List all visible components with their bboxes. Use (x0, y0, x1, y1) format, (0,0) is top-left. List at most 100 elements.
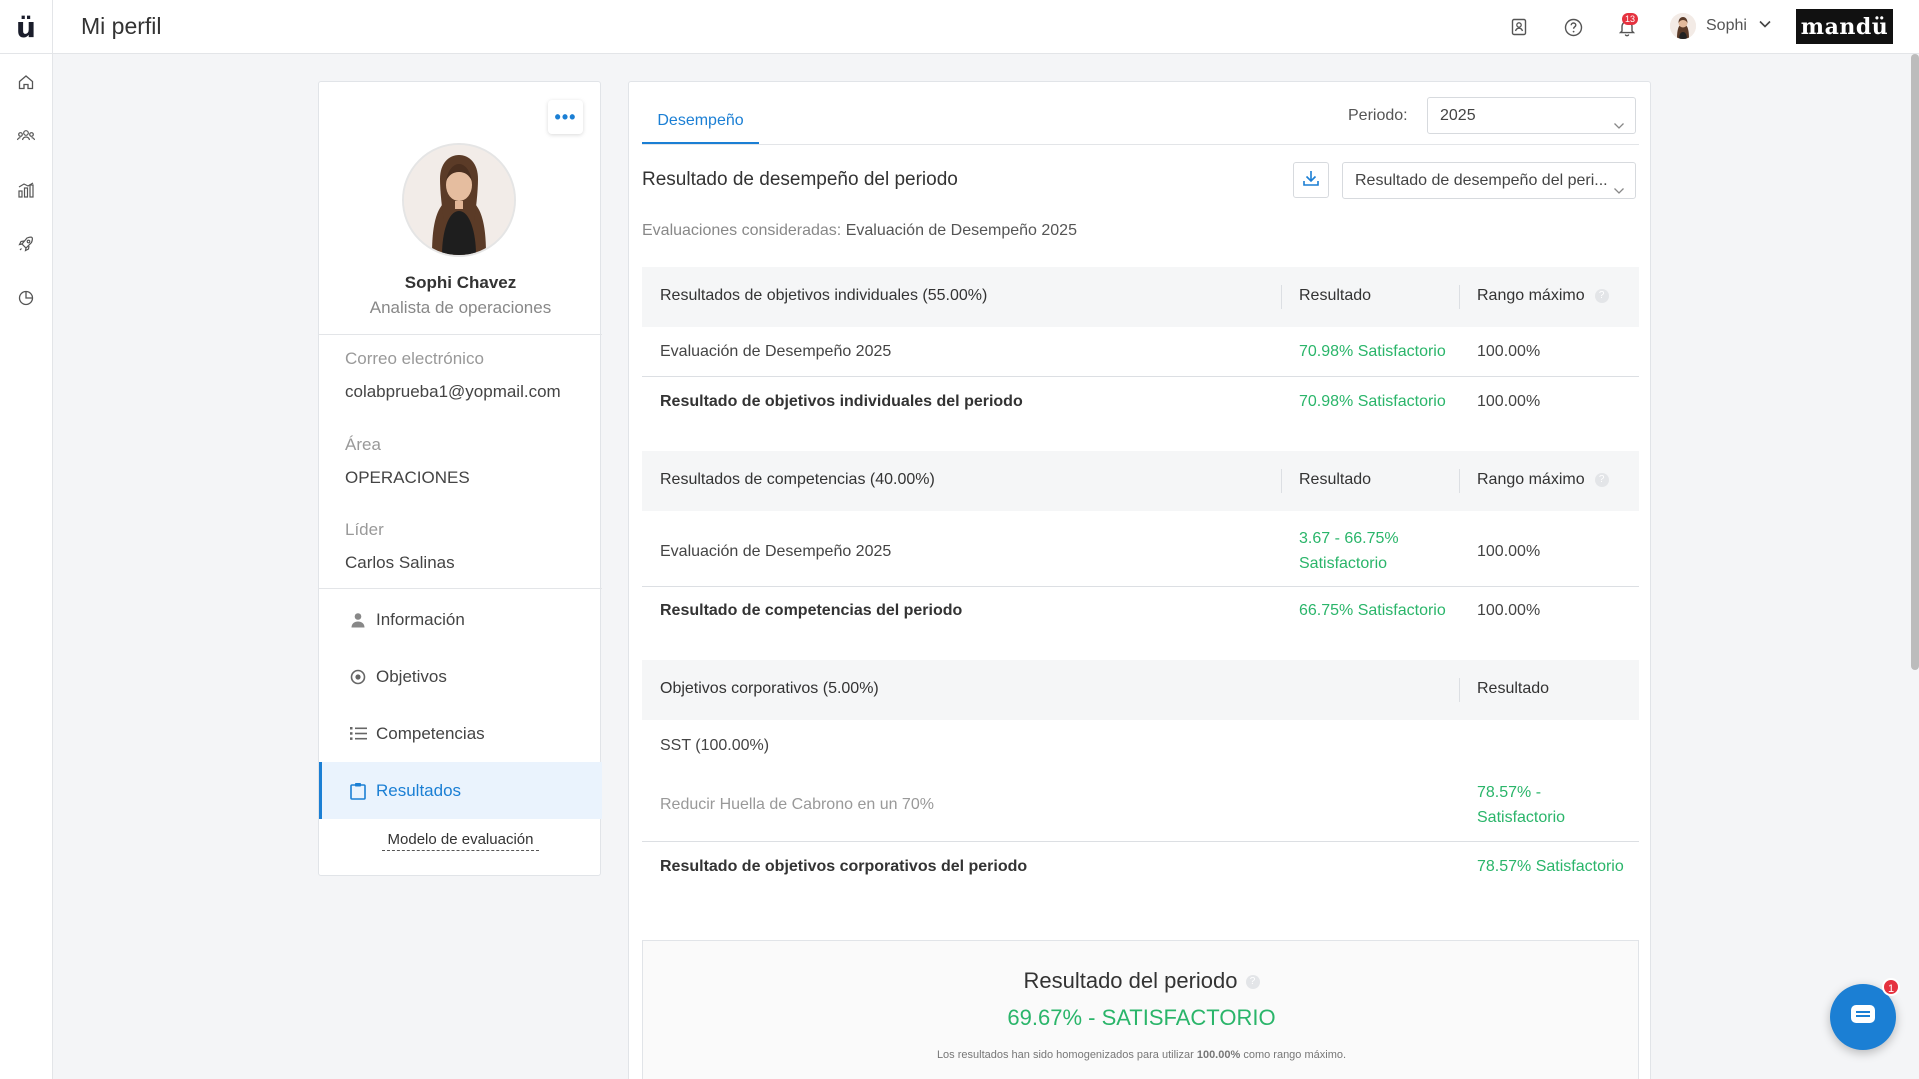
period-summary: Resultado del periodo? 69.67% - SATISFAC… (642, 940, 1639, 1079)
table-row: Evaluación de Desempeño 2025 3.67 - 66.7… (642, 527, 1639, 579)
row-name: Resultado de competencias del periodo (660, 602, 963, 619)
target-icon (348, 667, 368, 687)
group-name: SST (100.00%) (660, 737, 770, 754)
column-separator (1459, 285, 1460, 309)
evaluations-considered: Evaluaciones consideradas: Evaluación de… (642, 222, 1077, 240)
individual-objectives-header: Resultados de objetivos individuales (55… (642, 267, 1639, 327)
brand-logo: mandü (1796, 9, 1893, 44)
period-value: 2025 (1440, 107, 1476, 124)
summary-title-text: Resultado del periodo (1023, 968, 1238, 993)
table-header-max-label: Rango máximo (1477, 287, 1585, 304)
table-header-max: Rango máximo? (1477, 287, 1609, 305)
competencies-header: Resultados de competencias (40.00%) Resu… (642, 451, 1639, 511)
chat-badge: 1 (1882, 978, 1900, 996)
column-separator (1459, 678, 1460, 702)
row-divider (642, 376, 1639, 377)
chevron-down-icon[interactable] (1758, 17, 1772, 36)
top-bar: ü Mi perfil 13 Sophi mandü (0, 0, 1919, 54)
row-result-line2: Satisfactorio (1299, 555, 1388, 572)
help-icon[interactable]: ? (1594, 289, 1609, 303)
chevron-down-icon (1613, 175, 1625, 198)
rocket-icon[interactable] (15, 233, 37, 255)
email-value: colabprueba1@yopmail.com (345, 382, 561, 401)
row-name: Evaluación de Desempeño 2025 (660, 543, 892, 560)
home-icon[interactable] (15, 71, 37, 93)
row-divider (642, 841, 1639, 842)
column-separator (1281, 285, 1282, 309)
column-separator (1281, 469, 1282, 493)
evaluations-label: Evaluaciones consideradas: (642, 222, 842, 239)
row-max: 100.00% (1477, 602, 1541, 619)
row-max: 100.00% (1477, 543, 1541, 560)
pie-chart-icon[interactable] (15, 287, 37, 309)
menu-item-competencias[interactable]: Competencias (319, 705, 602, 762)
chat-icon (1850, 1004, 1876, 1031)
profile-role: Analista de operaciones (369, 298, 552, 317)
table-header-result: Resultado (1299, 287, 1372, 304)
table-header-name: Objetivos corporativos (5.00%) (660, 680, 879, 697)
left-nav: » (0, 54, 53, 1079)
row-max: 100.00% (1477, 343, 1541, 360)
page-scrollbar[interactable] (1911, 54, 1919, 670)
user-avatar[interactable] (1670, 13, 1696, 39)
area-value: OPERACIONES (345, 468, 470, 487)
profile-name: Sophi Chavez (404, 273, 517, 292)
table-header-name: Resultados de objetivos individuales (55… (660, 287, 988, 304)
area-label: Área (345, 435, 381, 454)
column-separator (1459, 469, 1460, 493)
row-name: Evaluación de Desempeño 2025 (660, 343, 892, 360)
people-icon[interactable] (15, 125, 37, 147)
table-header-max: Rango máximo? (1477, 471, 1609, 489)
tab-desempeno[interactable]: Desempeño (642, 104, 759, 144)
contact-card-icon[interactable] (1508, 16, 1530, 38)
menu-item-informacion[interactable]: Información (319, 591, 602, 648)
table-header-result: Resultado (1299, 471, 1372, 488)
user-name[interactable]: Sophi (1706, 17, 1747, 35)
notification-badge: 13 (1622, 13, 1639, 25)
row-result: 66.75% Satisfactorio (1299, 602, 1446, 619)
menu-item-resultados[interactable]: Resultados (319, 762, 602, 819)
menu-item-label: Competencias (376, 723, 485, 743)
divider (319, 334, 602, 335)
person-icon (348, 610, 368, 630)
download-button[interactable] (1293, 162, 1329, 198)
view-select-value: Resultado de desempeño del peri... (1355, 172, 1608, 189)
help-icon[interactable]: ? (1594, 473, 1609, 487)
section-title: Resultado de desempeño del periodo (642, 169, 958, 190)
list-icon (348, 724, 368, 744)
more-options-button[interactable]: ••• (548, 100, 583, 134)
divider (319, 588, 602, 589)
menu-item-label: Objetivos (376, 666, 447, 686)
table-header-max-label: Rango máximo (1477, 471, 1585, 488)
period-select[interactable]: 2025 (1427, 97, 1636, 134)
summary-note-bold: 100.00% (1196, 1049, 1241, 1061)
help-icon[interactable]: ? (1245, 975, 1260, 990)
leader-value: Carlos Salinas (345, 553, 455, 572)
chart-icon[interactable] (15, 179, 37, 201)
main-panel: Desempeño Periodo: 2025 Resultado de des… (628, 81, 1651, 1079)
tab-divider (642, 144, 1639, 145)
summary-note-pre: Los resultados han sido homogenizados pa… (936, 1049, 1194, 1061)
row-result: 78.57% Satisfactorio (1477, 858, 1624, 875)
profile-avatar (402, 143, 516, 257)
download-icon (1301, 168, 1321, 193)
view-select[interactable]: Resultado de desempeño del peri... (1342, 162, 1636, 199)
page-title: Mi perfil (81, 13, 162, 39)
menu-item-objetivos[interactable]: Objetivos (319, 648, 602, 705)
period-label: Periodo: (1348, 107, 1408, 124)
row-name: Reducir Huella de Cabrono en un 70% (660, 796, 934, 813)
summary-note-post: como rango máximo. (1243, 1049, 1347, 1061)
menu-item-label: Información (376, 609, 465, 629)
help-icon[interactable] (1562, 16, 1584, 38)
row-result-line2: Satisfactorio (1477, 809, 1566, 826)
row-max: 100.00% (1477, 393, 1541, 410)
app-logo[interactable]: ü (0, 0, 53, 54)
model-evaluation-link[interactable]: Modelo de evaluación (319, 831, 602, 851)
chevron-down-icon (1613, 110, 1625, 133)
corporate-objectives-header: Objetivos corporativos (5.00%) Resultado (642, 660, 1639, 720)
leader-label: Líder (345, 520, 384, 539)
email-label: Correo electrónico (345, 349, 484, 368)
model-evaluation-label[interactable]: Modelo de evaluación (381, 831, 540, 851)
row-divider (642, 586, 1639, 587)
clipboard-icon (348, 781, 368, 801)
